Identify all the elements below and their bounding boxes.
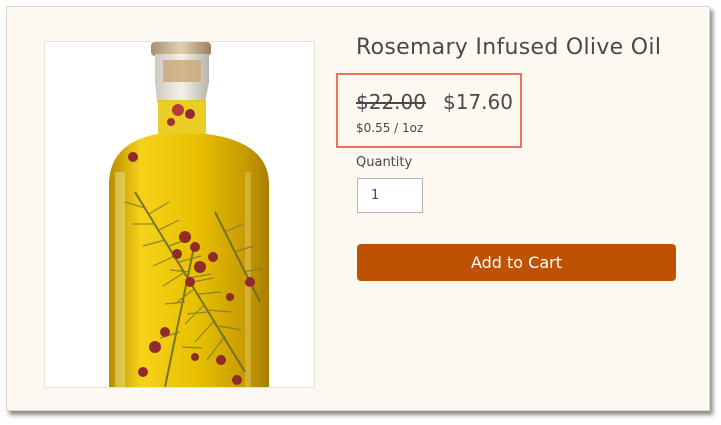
quantity-label: Quantity	[356, 155, 413, 170]
product-card: Rosemary Infused Olive Oil $22.00 $17.60…	[6, 6, 710, 411]
product-image[interactable]	[44, 41, 315, 388]
original-price: $22.00	[356, 90, 426, 114]
unit-price: $0.55 / 1oz	[356, 121, 424, 135]
product-title: Rosemary Infused Olive Oil	[356, 35, 662, 60]
olive-oil-bottle-image	[109, 42, 269, 387]
quantity-input[interactable]	[357, 178, 423, 213]
sale-price: $17.60	[443, 90, 513, 114]
add-to-cart-button[interactable]: Add to Cart	[357, 244, 676, 281]
